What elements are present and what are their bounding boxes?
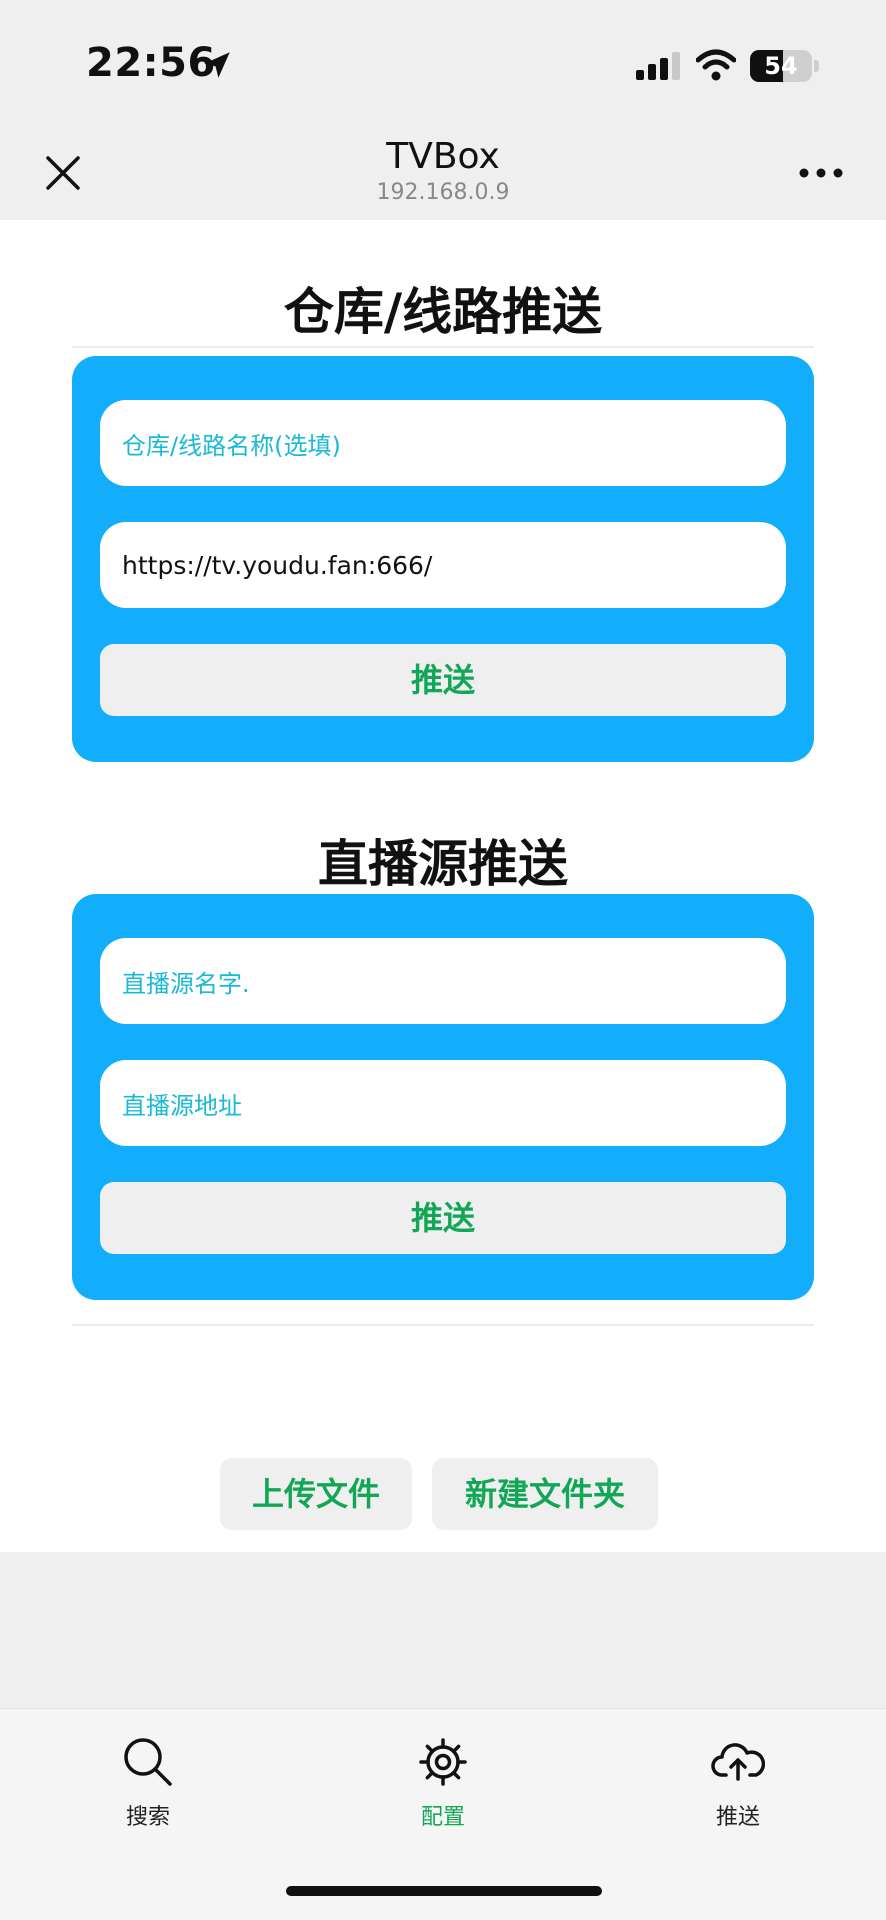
location-arrow-icon xyxy=(204,52,230,78)
battery-indicator: 54 xyxy=(750,50,812,82)
page-subtitle: 192.168.0.9 xyxy=(376,180,510,205)
status-bar: 22:56 54 xyxy=(0,0,886,130)
page-title: TVBox xyxy=(386,136,500,177)
live-url-input[interactable]: 直播源地址 xyxy=(100,1060,786,1146)
cellular-signal-icon xyxy=(636,52,680,80)
status-time: 22:56 xyxy=(86,40,216,86)
wifi-icon xyxy=(696,49,736,81)
repo-url-input[interactable]: https://tv.youdu.fan:666/ xyxy=(100,522,786,608)
app-header: TVBox 192.168.0.9 xyxy=(0,130,886,220)
cloud-upload-icon xyxy=(711,1743,765,1781)
tab-label-search: 搜索 xyxy=(125,1805,170,1830)
new-folder-button[interactable]: 新建文件夹 xyxy=(432,1458,658,1530)
live-name-input[interactable]: 直播源名字. xyxy=(100,938,786,1024)
home-indicator[interactable] xyxy=(286,1886,602,1896)
more-icon[interactable] xyxy=(796,158,846,188)
repo-section-title: 仓库/线路推送 xyxy=(283,283,603,341)
battery-cap xyxy=(814,60,819,72)
tab-config[interactable]: 配置 xyxy=(363,1735,523,1845)
upload-file-button[interactable]: 上传文件 xyxy=(220,1458,412,1530)
tab-label-push: 推送 xyxy=(715,1805,760,1830)
battery-level: 54 xyxy=(764,52,798,80)
tab-search[interactable]: 搜索 xyxy=(68,1735,228,1845)
tab-label-config: 配置 xyxy=(420,1805,465,1830)
tab-push[interactable]: 推送 xyxy=(658,1735,818,1845)
repo-push-card: 仓库/线路名称(选填) https://tv.youdu.fan:666/ 推送 xyxy=(72,356,814,762)
repo-name-input[interactable]: 仓库/线路名称(选填) xyxy=(100,400,786,486)
search-icon xyxy=(124,1738,172,1786)
live-section-title: 直播源推送 xyxy=(318,835,568,893)
page: 22:56 54 TVBox 192.168.0.9 仓库/线路推送 仓库/线路… xyxy=(0,0,886,1920)
main-content: 仓库/线路推送 仓库/线路名称(选填) https://tv.youdu.fan… xyxy=(0,220,886,1552)
divider xyxy=(72,1324,814,1326)
live-push-button[interactable]: 推送 xyxy=(100,1182,786,1254)
divider xyxy=(72,346,814,348)
gear-icon xyxy=(419,1738,467,1786)
live-push-card: 直播源名字. 直播源地址 推送 xyxy=(72,894,814,1300)
repo-push-button[interactable]: 推送 xyxy=(100,644,786,716)
